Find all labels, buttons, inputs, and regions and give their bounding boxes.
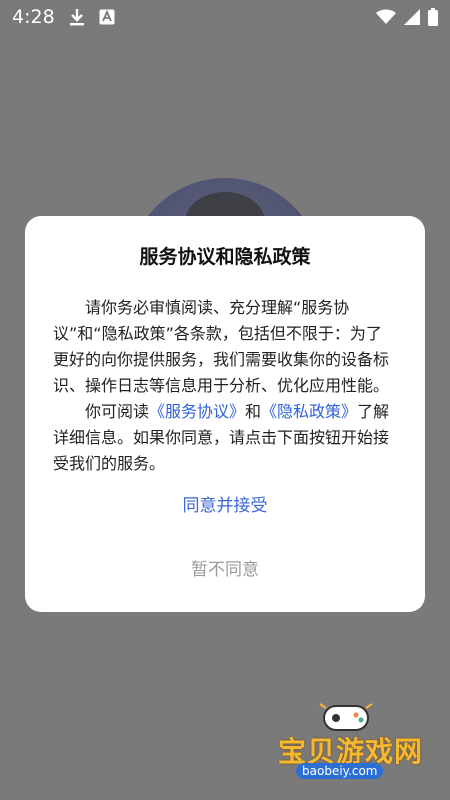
para2-prefix: 你可阅读 [85,402,150,421]
signal-icon [404,9,420,25]
dialog-title: 服务协议和隐私政策 [139,246,311,268]
dialog-paragraph-1: 请你务必审慎阅读、充分理解“服务协议”和“隐私政策”各条款，包括但不限于：为了更… [53,298,390,395]
privacy-dialog: 服务协议和隐私政策 请你务必审慎阅读、充分理解“服务协议”和“隐私政策”各条款，… [25,216,425,612]
service-agreement-link[interactable]: 《服务协议》 [149,402,245,421]
wifi-icon [376,9,396,25]
agree-button[interactable]: 同意并接受 [25,490,425,522]
status-time: 4:28 [12,6,55,28]
app-notification-icon [99,9,115,25]
download-icon [69,8,85,26]
battery-icon [428,8,438,26]
privacy-policy-link[interactable]: 《隐私政策》 [261,402,357,421]
status-bar: 4:28 [0,0,450,34]
watermark-logo: 宝贝游戏网 baobeiy.com [278,700,428,780]
watermark-domain: baobeiy.com [296,763,384,779]
dialog-paragraph-2: 你可阅读《服务协议》和《隐私政策》了解详细信息。如果你同意，请点击下面按钮开始接… [53,399,397,477]
para2-and: 和 [245,402,262,421]
disagree-button[interactable]: 暂不同意 [25,554,425,586]
dialog-body: 请你务必审慎阅读、充分理解“服务协议”和“隐私政策”各条款，包括但不限于：为了更… [53,295,397,477]
